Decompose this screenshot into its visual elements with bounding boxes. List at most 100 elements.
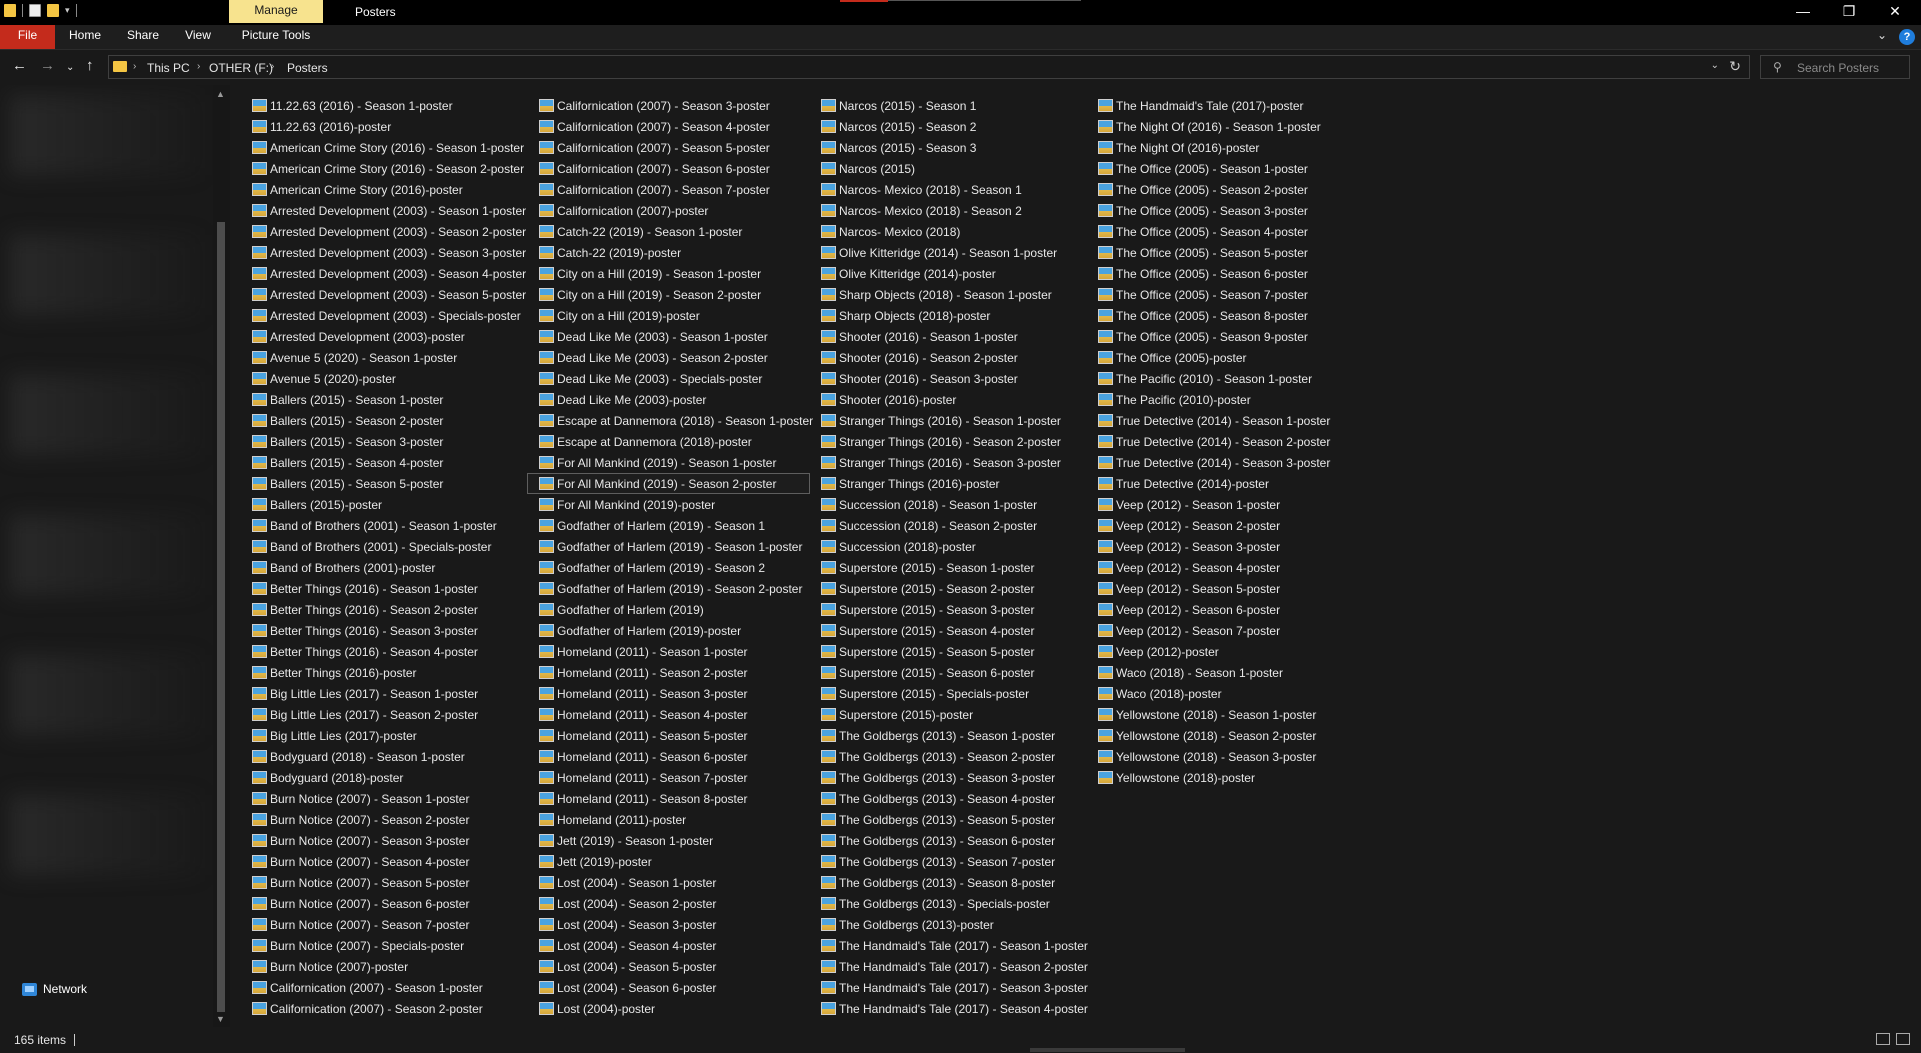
file-item[interactable]: The Goldbergs (2013) - Season 4-poster — [809, 788, 1084, 809]
file-item[interactable]: Homeland (2011) - Season 3-poster — [527, 683, 810, 704]
file-item[interactable]: True Detective (2014) - Season 3-poster — [1086, 452, 1346, 473]
minimize-button[interactable]: — — [1780, 0, 1826, 24]
file-item[interactable]: True Detective (2014) - Season 2-poster — [1086, 431, 1346, 452]
file-item[interactable]: Veep (2012) - Season 3-poster — [1086, 536, 1346, 557]
file-item[interactable]: Jett (2019) - Season 1-poster — [527, 830, 810, 851]
file-item[interactable]: True Detective (2014)-poster — [1086, 473, 1346, 494]
file-item[interactable]: Narcos (2015) - Season 3 — [809, 137, 1084, 158]
file-item[interactable]: Burn Notice (2007) - Season 1-poster — [240, 788, 525, 809]
breadcrumb-this-pc[interactable]: This PC — [147, 61, 190, 75]
file-item[interactable]: Veep (2012) - Season 5-poster — [1086, 578, 1346, 599]
file-item[interactable]: Arrested Development (2003)-poster — [240, 326, 525, 347]
details-view-icon[interactable] — [1876, 1033, 1890, 1045]
file-item[interactable]: Yellowstone (2018) - Season 1-poster — [1086, 704, 1346, 725]
breadcrumb-posters[interactable]: Posters — [287, 61, 328, 75]
file-item[interactable]: Dead Like Me (2003) - Season 2-poster — [527, 347, 810, 368]
file-item[interactable]: Godfather of Harlem (2019) - Season 1 — [527, 515, 810, 536]
file-item[interactable]: Veep (2012) - Season 1-poster — [1086, 494, 1346, 515]
file-item[interactable]: Succession (2018)-poster — [809, 536, 1084, 557]
file-item[interactable]: Better Things (2016) - Season 4-poster — [240, 641, 525, 662]
file-item[interactable]: Superstore (2015) - Season 6-poster — [809, 662, 1084, 683]
file-item[interactable]: Californication (2007) - Season 6-poster — [527, 158, 810, 179]
file-item[interactable]: The Pacific (2010)-poster — [1086, 389, 1346, 410]
file-item[interactable]: Succession (2018) - Season 2-poster — [809, 515, 1084, 536]
file-item[interactable]: Ballers (2015) - Season 2-poster — [240, 410, 525, 431]
file-item[interactable]: The Goldbergs (2013) - Season 1-poster — [809, 725, 1084, 746]
search-box[interactable]: ⚲ — [1760, 55, 1910, 79]
file-item[interactable]: Superstore (2015) - Season 1-poster — [809, 557, 1084, 578]
tab-view[interactable]: View — [176, 25, 220, 49]
navigation-scrollbar[interactable]: ▲ ▼ — [213, 85, 230, 1027]
file-item[interactable]: The Office (2005) - Season 1-poster — [1086, 158, 1346, 179]
chevron-right-icon[interactable]: › — [133, 61, 136, 72]
file-item[interactable]: The Office (2005) - Season 9-poster — [1086, 326, 1346, 347]
file-item[interactable]: Homeland (2011) - Season 6-poster — [527, 746, 810, 767]
file-item[interactable]: The Goldbergs (2013) - Season 3-poster — [809, 767, 1084, 788]
file-item[interactable]: Bodyguard (2018)-poster — [240, 767, 525, 788]
file-item[interactable]: Sharp Objects (2018)-poster — [809, 305, 1084, 326]
tab-manage[interactable]: Manage — [229, 0, 323, 23]
horizontal-scrollbar[interactable] — [1030, 1048, 1185, 1052]
file-item[interactable]: Californication (2007) - Season 4-poster — [527, 116, 810, 137]
file-item[interactable]: Band of Brothers (2001) - Specials-poste… — [240, 536, 525, 557]
file-item[interactable]: Waco (2018) - Season 1-poster — [1086, 662, 1346, 683]
tab-file[interactable]: File — [0, 25, 55, 49]
file-item[interactable]: Escape at Dannemora (2018) - Season 1-po… — [527, 410, 813, 431]
file-item[interactable]: The Goldbergs (2013) - Season 6-poster — [809, 830, 1084, 851]
file-item[interactable]: Burn Notice (2007) - Season 3-poster — [240, 830, 525, 851]
file-item[interactable]: 11.22.63 (2016)-poster — [240, 116, 525, 137]
file-item[interactable]: Superstore (2015) - Specials-poster — [809, 683, 1084, 704]
file-item[interactable]: Dead Like Me (2003) - Season 1-poster — [527, 326, 810, 347]
expand-ribbon-icon[interactable]: ⌄ — [1877, 28, 1887, 42]
file-item[interactable]: Superstore (2015)-poster — [809, 704, 1084, 725]
file-item[interactable]: Stranger Things (2016) - Season 3-poster — [809, 452, 1084, 473]
file-item[interactable]: Band of Brothers (2001)-poster — [240, 557, 525, 578]
file-item[interactable]: Veep (2012)-poster — [1086, 641, 1346, 662]
file-item[interactable]: The Handmaid's Tale (2017) - Season 1-po… — [809, 935, 1088, 956]
file-item[interactable]: Godfather of Harlem (2019) - Season 2 — [527, 557, 810, 578]
file-item[interactable]: Superstore (2015) - Season 5-poster — [809, 641, 1084, 662]
file-item[interactable]: Veep (2012) - Season 2-poster — [1086, 515, 1346, 536]
file-item[interactable]: The Handmaid's Tale (2017) - Season 3-po… — [809, 977, 1088, 998]
file-item[interactable]: Arrested Development (2003) - Season 4-p… — [240, 263, 526, 284]
file-item[interactable]: For All Mankind (2019)-poster — [527, 494, 810, 515]
file-item[interactable]: Californication (2007) - Season 3-poster — [527, 95, 810, 116]
file-item[interactable]: Homeland (2011) - Season 2-poster — [527, 662, 810, 683]
tab-home[interactable]: Home — [62, 25, 108, 49]
file-item[interactable]: Sharp Objects (2018) - Season 1-poster — [809, 284, 1084, 305]
file-item[interactable]: Godfather of Harlem (2019) - Season 2-po… — [527, 578, 810, 599]
file-item[interactable]: 11.22.63 (2016) - Season 1-poster — [240, 95, 525, 116]
file-item[interactable]: The Goldbergs (2013) - Specials-poster — [809, 893, 1084, 914]
file-item[interactable]: Jett (2019)-poster — [527, 851, 810, 872]
file-item[interactable]: Arrested Development (2003) - Season 5-p… — [240, 284, 526, 305]
chevron-right-icon[interactable]: › — [197, 61, 200, 72]
file-item[interactable]: The Office (2005) - Season 2-poster — [1086, 179, 1346, 200]
file-item[interactable]: Superstore (2015) - Season 2-poster — [809, 578, 1084, 599]
file-item[interactable]: Olive Kitteridge (2014) - Season 1-poste… — [809, 242, 1084, 263]
chevron-down-icon[interactable]: ▾ — [65, 5, 70, 16]
file-item[interactable]: Shooter (2016)-poster — [809, 389, 1084, 410]
file-item[interactable]: Avenue 5 (2020) - Season 1-poster — [240, 347, 525, 368]
file-item[interactable]: Burn Notice (2007) - Season 6-poster — [240, 893, 525, 914]
file-item[interactable]: Narcos- Mexico (2018) — [809, 221, 1084, 242]
file-item[interactable]: Better Things (2016) - Season 3-poster — [240, 620, 525, 641]
address-bar[interactable]: › This PC › OTHER (F:) › Posters ⌄ ↻ — [108, 55, 1750, 79]
file-item[interactable]: The Goldbergs (2013)-poster — [809, 914, 1084, 935]
file-item[interactable]: Big Little Lies (2017) - Season 1-poster — [240, 683, 525, 704]
file-item[interactable]: Bodyguard (2018) - Season 1-poster — [240, 746, 525, 767]
file-item[interactable]: Stranger Things (2016) - Season 2-poster — [809, 431, 1084, 452]
scroll-up-icon[interactable]: ▲ — [216, 89, 225, 99]
file-item[interactable]: Ballers (2015)-poster — [240, 494, 525, 515]
maximize-button[interactable]: ❐ — [1826, 0, 1872, 24]
file-item[interactable]: Lost (2004) - Season 3-poster — [527, 914, 810, 935]
tab-picture-tools[interactable]: Picture Tools — [236, 25, 316, 49]
file-item[interactable]: The Office (2005) - Season 3-poster — [1086, 200, 1346, 221]
file-item[interactable]: Veep (2012) - Season 4-poster — [1086, 557, 1346, 578]
file-item[interactable]: Homeland (2011) - Season 1-poster — [527, 641, 810, 662]
file-item[interactable]: Burn Notice (2007) - Season 4-poster — [240, 851, 525, 872]
file-item[interactable]: Lost (2004) - Season 5-poster — [527, 956, 810, 977]
up-arrow-icon[interactable]: ↑ — [86, 58, 94, 74]
tab-share[interactable]: Share — [118, 25, 168, 49]
close-button[interactable]: ✕ — [1872, 0, 1918, 24]
file-item[interactable]: Veep (2012) - Season 7-poster — [1086, 620, 1346, 641]
